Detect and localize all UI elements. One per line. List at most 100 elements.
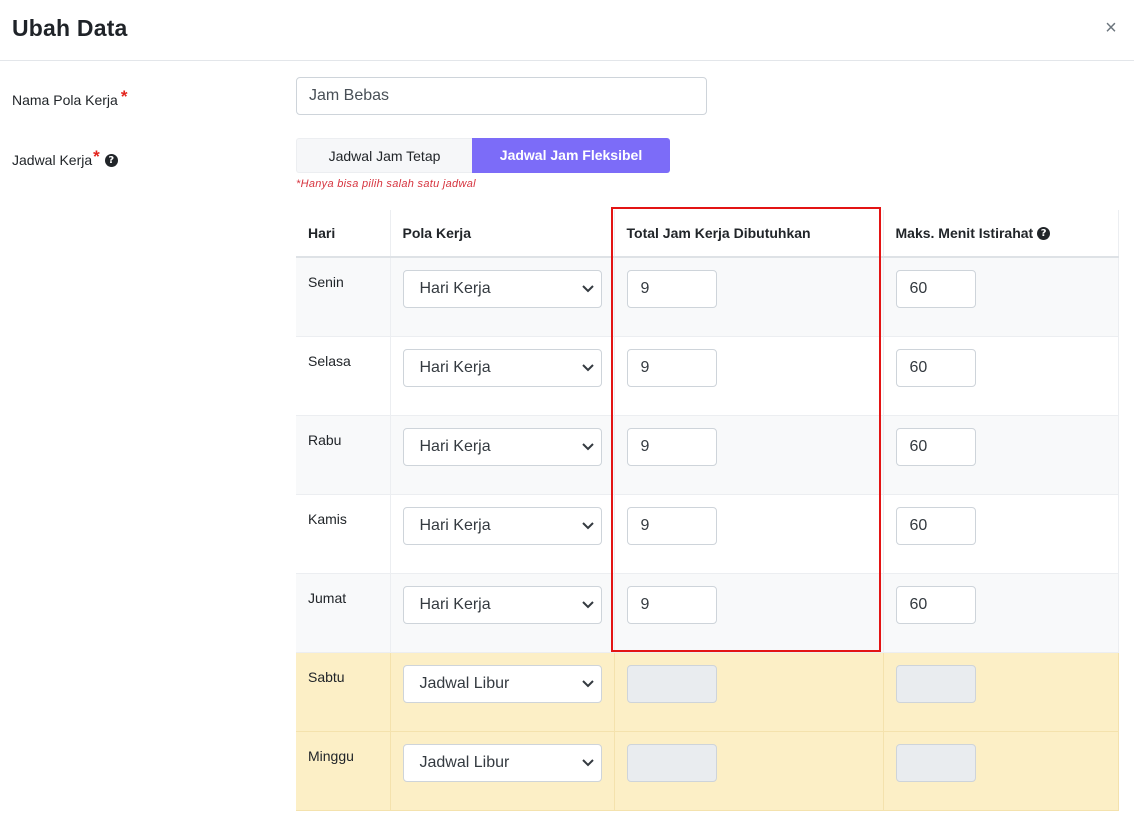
pattern-cell: Hari Kerja xyxy=(390,336,615,416)
total-hours-input[interactable]: 9 xyxy=(626,585,717,624)
pattern-cell: Hari Kerja xyxy=(390,257,615,337)
break-cell xyxy=(883,731,1119,811)
schedule-label: Jadwal Kerja*? xyxy=(12,147,118,172)
hours-cell: 9 xyxy=(614,494,884,574)
pattern-cell: Hari Kerja xyxy=(390,494,615,574)
day-name: Kamis xyxy=(308,510,347,527)
table-row: Minggu Jadwal Libur xyxy=(296,731,1119,811)
day-cell: Rabu xyxy=(296,415,391,495)
hours-cell: 9 xyxy=(614,336,884,416)
work-pattern-value: Hari Kerja xyxy=(419,280,491,297)
required-mark: * xyxy=(93,147,100,166)
hours-cell xyxy=(614,731,884,811)
break-cell: 60 xyxy=(883,336,1119,416)
schedule-label-text: Jadwal Kerja xyxy=(12,152,93,168)
header-day: Hari xyxy=(296,210,391,258)
chevron-down-icon xyxy=(575,744,601,782)
total-hours-input[interactable]: 9 xyxy=(626,427,717,466)
modal-header: Ubah Data × xyxy=(0,0,1134,61)
max-break-input[interactable]: 60 xyxy=(895,427,976,466)
work-pattern-value: Hari Kerja xyxy=(419,595,491,613)
table-row: Kamis Hari Kerja 9 60 xyxy=(296,494,1119,574)
work-pattern-select[interactable]: Hari Kerja xyxy=(402,348,602,387)
total-hours-input xyxy=(626,743,717,782)
break-cell: 60 xyxy=(883,573,1119,653)
hours-cell: 9 xyxy=(614,573,884,653)
break-cell: 60 xyxy=(883,494,1119,574)
table-row: Sabtu Jadwal Libur xyxy=(296,652,1119,732)
max-break-input[interactable]: 60 xyxy=(895,585,976,624)
day-name: Rabu xyxy=(308,431,342,448)
hours-cell xyxy=(614,652,884,732)
work-pattern-select[interactable]: Hari Kerja xyxy=(402,270,602,308)
chevron-down-icon xyxy=(575,349,601,387)
chevron-down-icon xyxy=(575,507,601,545)
total-hours-input[interactable]: 9 xyxy=(626,348,717,387)
pattern-cell: Jadwal Libur xyxy=(390,652,615,732)
max-break-input[interactable]: 60 xyxy=(895,506,976,545)
day-cell: Kamis xyxy=(296,494,391,574)
close-button[interactable]: × xyxy=(1101,16,1121,40)
work-pattern-name-input[interactable] xyxy=(296,77,707,115)
day-cell: Jumat xyxy=(296,573,391,653)
work-pattern-value: Jadwal Libur xyxy=(419,753,510,771)
chevron-down-icon xyxy=(575,586,601,624)
total-hours-input[interactable]: 9 xyxy=(626,506,717,545)
pattern-cell: Jadwal Libur xyxy=(390,731,615,811)
help-icon[interactable]: ? xyxy=(104,153,118,167)
table-header-row: Hari Pola Kerja Total Jam Kerja Dibutuhk… xyxy=(296,210,1119,258)
day-name: Senin xyxy=(308,274,344,290)
day-cell: Sabtu xyxy=(296,652,391,732)
schedule-table: Hari Pola Kerja Total Jam Kerja Dibutuhk… xyxy=(296,210,1119,811)
table-row: Jumat Hari Kerja 9 60 xyxy=(296,573,1119,653)
required-mark: * xyxy=(120,87,128,106)
schedule-type-toggle: Jadwal Jam Tetap Jadwal Jam Fleksibel xyxy=(296,138,670,173)
break-cell: 60 xyxy=(883,257,1119,337)
break-cell: 60 xyxy=(883,415,1119,495)
work-pattern-select[interactable]: Jadwal Libur xyxy=(402,664,602,703)
header-total-hours: Total Jam Kerja Dibutuhkan xyxy=(614,210,884,258)
help-icon[interactable]: ? xyxy=(1037,226,1051,240)
header-max-break-text: Maks. Menit Istirahat xyxy=(895,225,1034,241)
work-pattern-select[interactable]: Hari Kerja xyxy=(402,506,602,545)
chevron-down-icon xyxy=(575,428,601,466)
schedule-table-container: Hari Pola Kerja Total Jam Kerja Dibutuhk… xyxy=(296,210,1119,811)
work-pattern-value: Hari Kerja xyxy=(419,358,491,376)
day-cell: Minggu xyxy=(296,731,391,811)
schedule-hint: *Hanya bisa pilih salah satu jadwal xyxy=(296,178,476,190)
name-label: Nama Pola Kerja * xyxy=(12,87,127,112)
header-max-break: Maks. Menit Istirahat? xyxy=(883,210,1119,258)
pattern-cell: Hari Kerja xyxy=(390,573,615,653)
day-name: Selasa xyxy=(308,352,351,369)
day-cell: Senin xyxy=(296,257,391,337)
total-hours-input[interactable]: 9 xyxy=(626,270,717,308)
table-row: Selasa Hari Kerja 9 60 xyxy=(296,336,1119,416)
work-pattern-value: Hari Kerja xyxy=(419,516,491,534)
modal-title: Ubah Data xyxy=(12,15,128,41)
max-break-input xyxy=(895,664,976,703)
chevron-down-icon xyxy=(575,270,601,308)
day-name: Jumat xyxy=(308,589,347,606)
header-pattern: Pola Kerja xyxy=(390,210,615,258)
work-pattern-select[interactable]: Hari Kerja xyxy=(402,427,602,466)
work-pattern-select[interactable]: Hari Kerja xyxy=(402,585,602,624)
name-label-text: Nama Pola Kerja xyxy=(12,92,118,108)
table-row: Rabu Hari Kerja 9 60 xyxy=(296,415,1119,495)
day-name: Sabtu xyxy=(308,668,345,685)
work-pattern-value: Jadwal Libur xyxy=(419,674,510,692)
max-break-input[interactable]: 60 xyxy=(895,348,976,387)
hours-cell: 9 xyxy=(614,257,884,337)
table-row: Senin Hari Kerja 9 60 xyxy=(296,257,1119,337)
hours-cell: 9 xyxy=(614,415,884,495)
break-cell xyxy=(883,652,1119,732)
max-break-input[interactable]: 60 xyxy=(895,270,976,308)
max-break-input xyxy=(895,743,976,782)
work-pattern-value: Hari Kerja xyxy=(419,437,491,455)
flexible-schedule-button[interactable]: Jadwal Jam Fleksibel xyxy=(472,138,670,173)
chevron-down-icon xyxy=(575,665,601,703)
work-pattern-select[interactable]: Jadwal Libur xyxy=(402,743,602,782)
total-hours-input xyxy=(626,664,717,703)
fixed-schedule-button[interactable]: Jadwal Jam Tetap xyxy=(296,138,472,173)
day-name: Minggu xyxy=(308,747,354,764)
day-cell: Selasa xyxy=(296,336,391,416)
